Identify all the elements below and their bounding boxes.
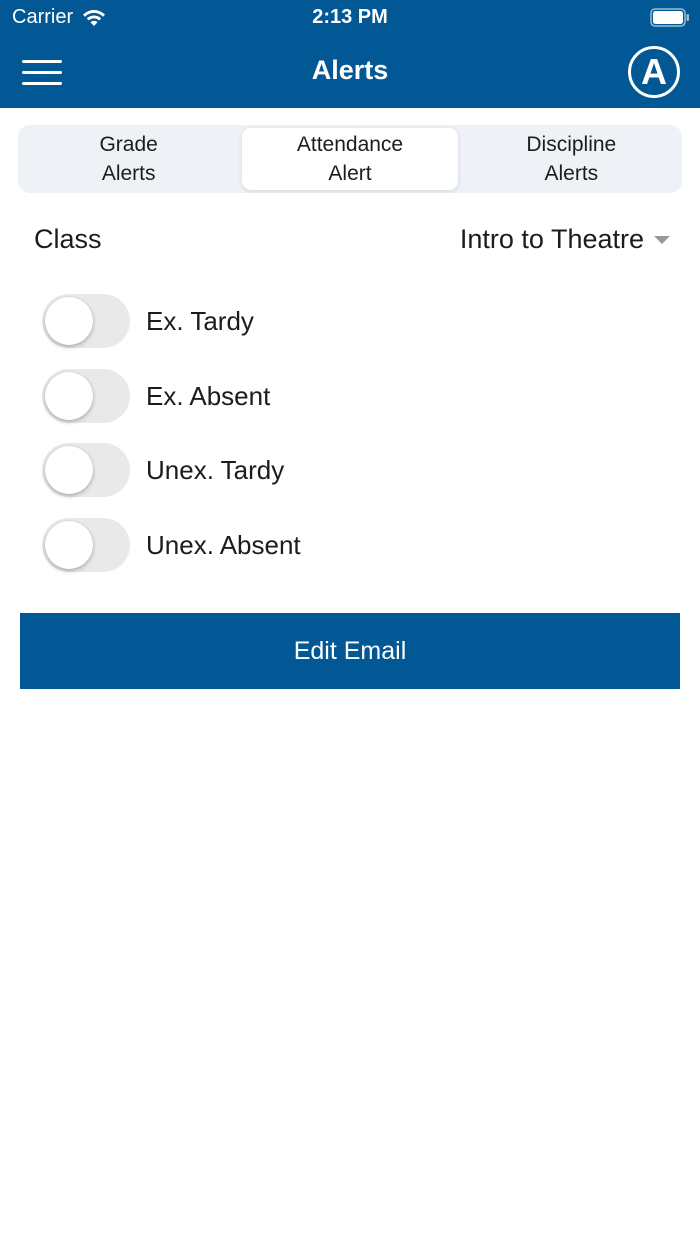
ex-absent-switch[interactable] <box>42 368 130 423</box>
toggle-label: Ex. Tardy <box>146 306 254 336</box>
edit-email-button[interactable]: Edit Email <box>20 613 680 689</box>
toggle-row-unex-tardy: Unex. Tardy <box>0 439 700 514</box>
alert-type-segmented-control: Grade Alerts Attendance Alert Discipline… <box>18 125 682 193</box>
app-screen: Carrier 2:13 PM Alerts A Grade Alerts At… <box>0 0 700 1244</box>
switch-knob <box>45 371 93 420</box>
toggle-row-unex-absent: Unex. Absent <box>0 514 700 589</box>
toggle-label: Ex. Absent <box>146 380 271 411</box>
unex-absent-switch[interactable] <box>42 517 130 572</box>
unex-tardy-switch[interactable] <box>42 443 130 497</box>
caret-down-icon <box>654 235 670 244</box>
toggle-label: Unex. Absent <box>146 529 301 560</box>
switch-knob <box>45 520 93 569</box>
tab-discipline-alerts[interactable]: Discipline Alerts <box>464 128 679 190</box>
tab-attendance-alert[interactable]: Attendance Alert <box>242 128 458 190</box>
tab-grade-alerts[interactable]: Grade Alerts <box>21 128 236 190</box>
avatar-letter: A <box>641 51 667 92</box>
status-bar: Carrier 2:13 PM <box>0 0 700 36</box>
toggle-label: Unex. Tardy <box>146 455 285 485</box>
avatar-button[interactable]: A <box>628 46 680 98</box>
toggle-row-ex-absent: Ex. Absent <box>0 365 700 440</box>
class-label: Class <box>34 224 102 254</box>
attendance-toggle-list: Ex. Tardy Ex. Absent Unex. Tardy Unex. A… <box>0 290 700 588</box>
nav-bar: Alerts A <box>0 36 700 108</box>
switch-knob <box>45 297 93 345</box>
status-time: 2:13 PM <box>312 6 388 28</box>
ex-tardy-switch[interactable] <box>42 294 130 348</box>
toggle-row-ex-tardy: Ex. Tardy <box>0 290 700 365</box>
battery-icon <box>650 8 689 27</box>
class-picker-row: Class Intro to Theatre <box>0 214 700 264</box>
header: Carrier 2:13 PM Alerts A <box>0 0 700 108</box>
class-dropdown[interactable]: Intro to Theatre <box>460 224 670 255</box>
class-selected-value: Intro to Theatre <box>459 224 644 254</box>
switch-knob <box>45 446 93 494</box>
page-title: Alerts <box>311 55 389 85</box>
